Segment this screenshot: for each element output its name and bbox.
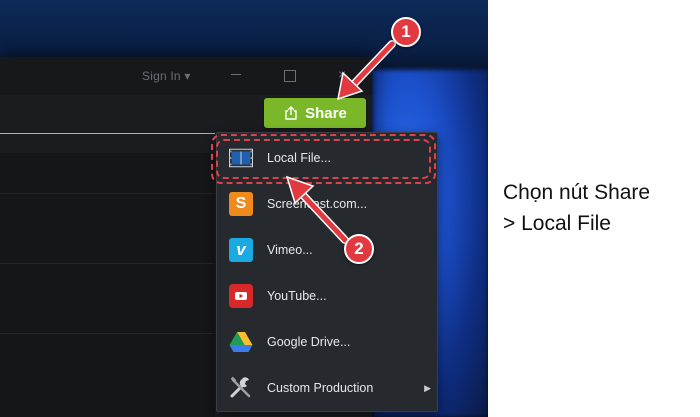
arrow-to-share [337,40,396,101]
step-1-badge: 1 [391,17,421,47]
caption-line: > Local File [503,212,611,235]
arrow-to-local-file [285,175,349,244]
annotation-arrows [285,40,396,244]
screenshot-area: Sign In ▾ × Share [0,0,488,417]
step-2-badge: 2 [344,234,374,264]
instruction-caption: Chọn nút Share > Local File [503,177,693,239]
caption-line: Chọn nút Share [503,181,651,204]
